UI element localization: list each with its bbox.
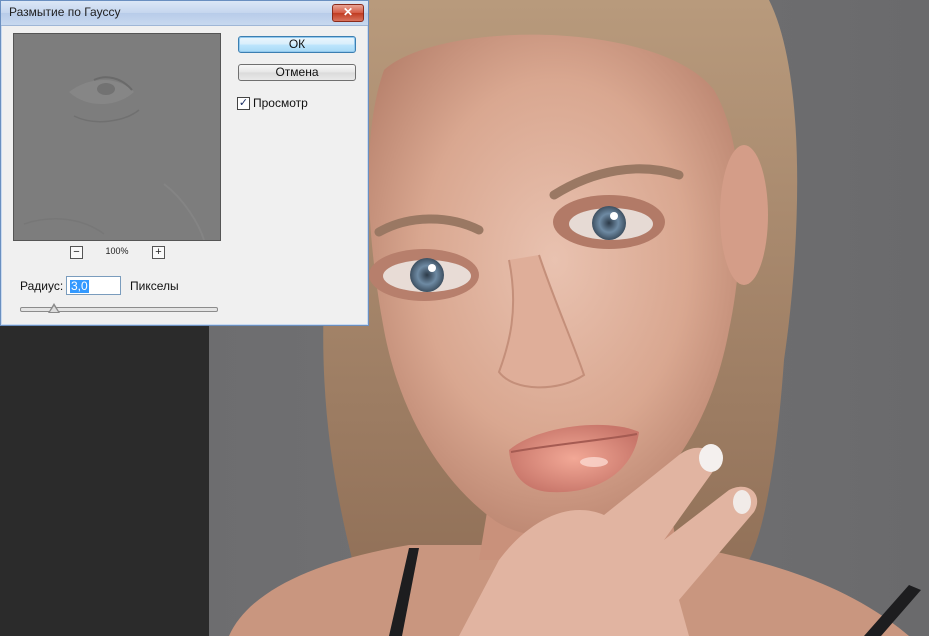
cancel-button[interactable]: Отмена bbox=[238, 64, 356, 81]
dialog-title: Размытие по Гауссу bbox=[9, 5, 121, 19]
close-button[interactable]: ✕ bbox=[332, 4, 364, 22]
ok-button[interactable]: ОК bbox=[238, 36, 356, 53]
zoom-out-icon: − bbox=[73, 246, 80, 258]
radius-label: Радиус: bbox=[20, 279, 64, 293]
title-bar[interactable]: Размытие по Гауссу ✕ bbox=[1, 1, 368, 26]
preview-checkbox[interactable]: ✓ bbox=[237, 97, 250, 110]
gaussian-blur-dialog: Размытие по Гауссу ✕ − 100% + ОК Отмена … bbox=[0, 0, 369, 326]
zoom-controls: − 100% + bbox=[70, 246, 168, 260]
close-icon: ✕ bbox=[342, 5, 354, 19]
zoom-level: 100% bbox=[105, 246, 129, 256]
iris-right bbox=[592, 206, 626, 240]
ear bbox=[720, 145, 768, 285]
radius-input[interactable]: 3,0 bbox=[66, 276, 121, 295]
preview-checkbox-label: Просмотр bbox=[253, 96, 308, 110]
check-icon: ✓ bbox=[238, 97, 249, 109]
iris-left bbox=[410, 258, 444, 292]
zoom-out-button[interactable]: − bbox=[70, 246, 83, 259]
radius-units: Пикселы bbox=[130, 279, 179, 293]
radius-value: 3,0 bbox=[70, 279, 89, 293]
zoom-in-button[interactable]: + bbox=[152, 246, 165, 259]
radius-slider-thumb-highlight bbox=[49, 306, 58, 312]
fingernail bbox=[699, 444, 723, 472]
filter-preview[interactable] bbox=[13, 33, 221, 241]
preview-image bbox=[14, 34, 220, 240]
zoom-in-icon: + bbox=[155, 246, 162, 258]
